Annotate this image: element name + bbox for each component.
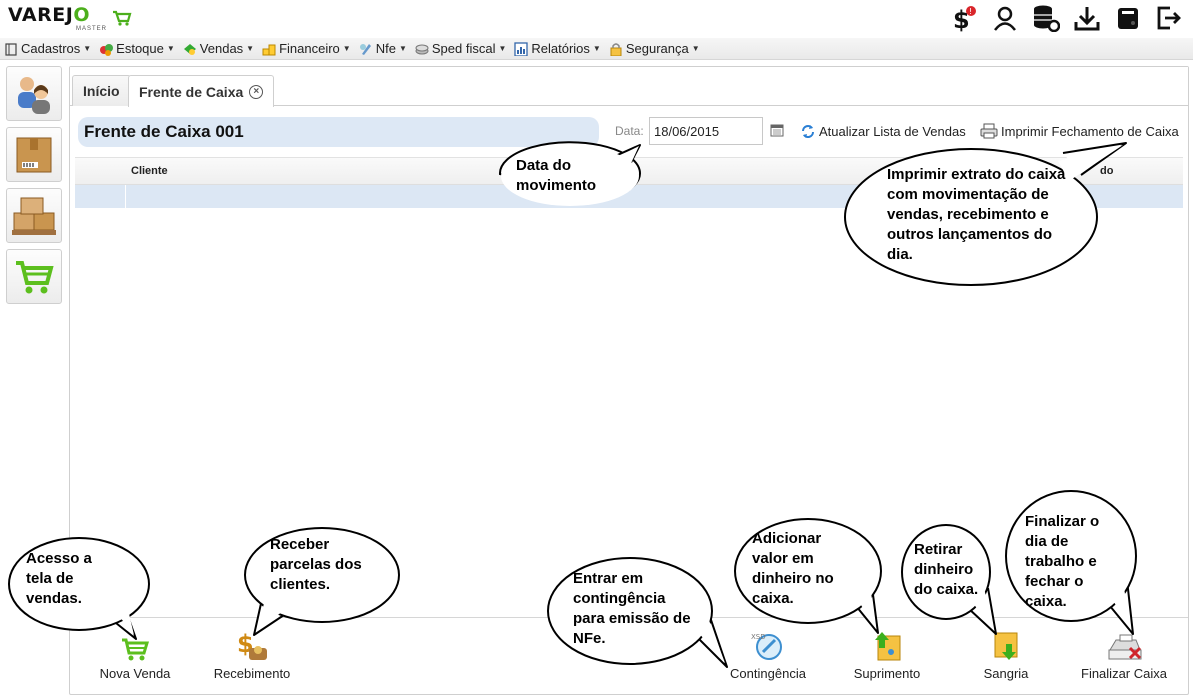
menu-estoque[interactable]: Estoque ▼ (99, 41, 175, 56)
coins-icon (262, 44, 276, 55)
menu-relatorios[interactable]: Relatórios ▼ (514, 41, 601, 56)
cash-out-icon (994, 632, 1018, 660)
lock-icon (610, 42, 622, 56)
menu-seguranca[interactable]: Segurança ▼ (609, 41, 700, 56)
shortcut-cart-button[interactable] (6, 249, 62, 304)
shortcut-stock-button[interactable] (6, 188, 62, 243)
printer-receipt-icon[interactable] (1114, 4, 1142, 32)
shortcut-products-button[interactable] (6, 127, 62, 182)
nova-venda-button[interactable]: Nova Venda (80, 626, 190, 681)
menu-cadastros[interactable]: Cadastros ▼ (4, 41, 91, 56)
sangria-button[interactable]: Sangria (951, 626, 1061, 681)
pallet-boxes-icon (12, 197, 56, 235)
dollar-notification-icon[interactable]: $! (950, 4, 978, 32)
cart-logo-icon (113, 10, 132, 26)
cart-icon (122, 638, 150, 661)
user-support-icon[interactable] (991, 4, 1019, 32)
page-title: Frente de Caixa 001 (78, 117, 599, 147)
disk-stack-icon (415, 44, 429, 54)
main-panel: Início Frente de Caixa × Frente de Caixa… (69, 66, 1189, 695)
calendar-icon[interactable] (770, 123, 784, 137)
invoice-icon (359, 43, 371, 55)
close-icon[interactable]: × (249, 84, 264, 99)
download-icon[interactable] (1073, 4, 1101, 32)
menu-vendas[interactable]: Vendas ▼ (183, 41, 254, 56)
column-last[interactable]: do (1100, 165, 1113, 177)
sales-icon (183, 43, 196, 55)
contingencia-button[interactable]: XSD Contingência (713, 626, 823, 681)
suprimento-button[interactable]: Suprimento (832, 626, 942, 681)
column-cliente[interactable]: Cliente (131, 165, 168, 177)
table-row[interactable] (75, 185, 1183, 208)
svg-text:XSD: XSD (751, 633, 766, 641)
refresh-sales-button[interactable]: Atualizar Lista de Vendas (800, 123, 966, 139)
close-register-icon (1108, 634, 1142, 660)
database-settings-icon[interactable] (1032, 4, 1060, 32)
shortcut-clients-button[interactable] (6, 66, 62, 121)
menu-nfe[interactable]: Nfe ▼ (359, 41, 407, 56)
date-field[interactable] (649, 117, 763, 145)
main-menubar: Cadastros ▼ Estoque ▼ Vendas ▼ Financeiro ▼ … (0, 38, 1193, 60)
boxes-icon (100, 43, 114, 56)
refresh-icon (802, 125, 814, 138)
app-root: VAREJO MASTER $! Cadastros ▼ Estoque ▼ V… (0, 0, 1193, 699)
finalizar-caixa-button[interactable]: Finalizar Caixa (1069, 626, 1179, 681)
top-toolbar: $! (950, 4, 1183, 32)
menu-sped-fiscal[interactable]: Sped fiscal ▼ (415, 41, 506, 56)
date-label: Data: (615, 124, 644, 138)
printer-icon (980, 123, 998, 139)
contingency-icon: XSD (751, 633, 782, 660)
product-box-icon (16, 137, 52, 172)
money-receive-icon: $ (237, 630, 267, 660)
cart-icon (16, 260, 54, 293)
tab-strip: Início Frente de Caixa × (70, 67, 1188, 107)
people-icon (18, 76, 50, 114)
logout-icon[interactable] (1155, 4, 1183, 32)
print-closing-button[interactable]: Imprimir Fechamento de Caixa (980, 123, 1179, 139)
tab-inicio[interactable]: Início (72, 75, 131, 106)
bottom-action-bar: Nova Venda $ Recebimento XSD Contingênci… (70, 617, 1188, 695)
left-shortcuts (6, 66, 62, 310)
tab-frente-de-caixa[interactable]: Frente de Caixa × (128, 75, 275, 107)
book-icon (5, 42, 17, 56)
svg-text:!: ! (969, 7, 972, 16)
menu-financeiro[interactable]: Financeiro ▼ (262, 41, 351, 56)
sales-table-header: Cliente do (75, 157, 1183, 185)
app-logo: VAREJO MASTER (8, 4, 132, 38)
report-icon (514, 41, 529, 56)
recebimento-button[interactable]: $ Recebimento (197, 626, 307, 681)
cash-in-icon (875, 632, 901, 661)
